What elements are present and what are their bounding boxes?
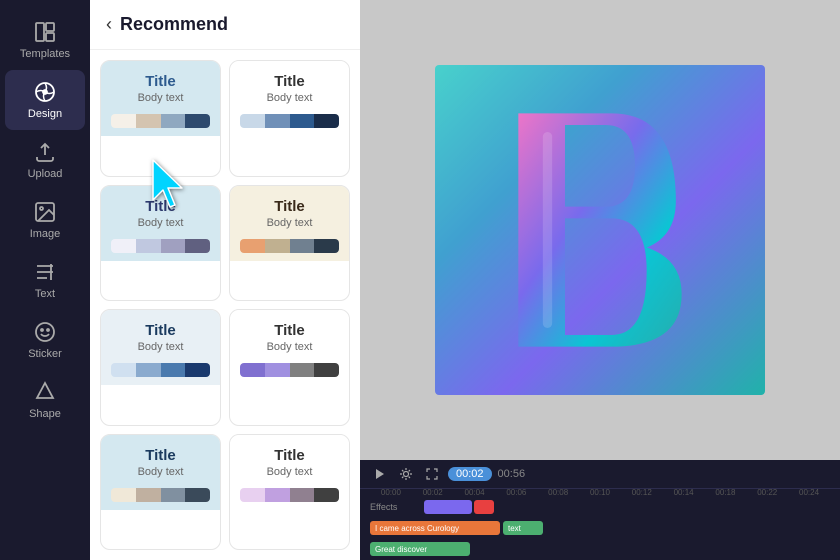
canvas-preview: [435, 65, 765, 395]
template-icon: [33, 20, 57, 44]
ruler-mark: 00:18: [705, 489, 747, 496]
template-card-t7[interactable]: Title Body text: [100, 434, 221, 551]
design-icon: [33, 80, 57, 104]
sidebar-item-upload[interactable]: Upload: [5, 130, 85, 190]
upload-icon: [33, 140, 57, 164]
ruler-mark: 00:22: [746, 489, 788, 496]
template-card-t1[interactable]: Title Body text: [100, 60, 221, 177]
color-swatches-t6: [240, 363, 339, 377]
timeline-controls: 00:02 00:56: [360, 460, 840, 489]
track-row-2: Great discover: [370, 540, 830, 558]
template-card-t3[interactable]: Title Body text: [100, 185, 221, 302]
ruler-mark: 00:00: [370, 489, 412, 496]
timeline-ruler: 00:0000:0200:0400:0600:0800:1000:1200:14…: [360, 489, 840, 496]
sidebar-item-text-label: Text: [35, 288, 55, 300]
text-icon: [33, 260, 57, 284]
track-bar[interactable]: [424, 500, 472, 514]
color-swatches-t8: [240, 488, 339, 502]
ruler-mark: 00:02: [412, 489, 454, 496]
image-icon: [33, 200, 57, 224]
sticker-icon: [33, 320, 57, 344]
main-area: 00:02 00:56 00:0000:0200:0400:0600:0800:…: [360, 0, 840, 560]
color-swatches-t7: [111, 488, 210, 502]
sidebar-item-shape[interactable]: Shape: [5, 370, 85, 430]
ruler-mark: 00:08: [537, 489, 579, 496]
canvas-background: [435, 65, 765, 395]
back-button[interactable]: ‹: [106, 14, 112, 35]
track-label-0: Effects: [370, 502, 420, 512]
template-body-t5: Body text: [138, 341, 184, 353]
color-swatches-t1: [111, 114, 210, 128]
ruler-mark: 00:06: [495, 489, 537, 496]
template-body-t2: Body text: [267, 92, 313, 104]
template-card-t2[interactable]: Title Body text: [229, 60, 350, 177]
ruler-mark: 00:10: [579, 489, 621, 496]
panel-title: Recommend: [120, 14, 228, 35]
sidebar: Templates Design Upload: [0, 0, 90, 560]
shape-icon: [33, 380, 57, 404]
track-bar-label: text: [508, 524, 521, 533]
color-swatches-t3: [111, 239, 210, 253]
template-card-t5[interactable]: Title Body text: [100, 309, 221, 426]
template-body-t6: Body text: [267, 341, 313, 353]
ruler-mark: 00:14: [663, 489, 705, 496]
sidebar-item-templates[interactable]: Templates: [5, 10, 85, 70]
timeline-current-time: 00:02: [448, 467, 492, 481]
sidebar-item-design-label: Design: [28, 108, 62, 120]
timeline-tracks: Effects I came across Curology text Great d…: [360, 496, 840, 560]
template-card-t4[interactable]: Title Body text: [229, 185, 350, 302]
template-grid: Title Body text Title Body text Title Body te…: [90, 50, 360, 560]
template-body-t8: Body text: [267, 466, 313, 478]
panel: ‹ Recommend Title Body text Title Body text…: [90, 0, 360, 560]
canvas-area[interactable]: [360, 0, 840, 460]
panel-header: ‹ Recommend: [90, 0, 360, 50]
ruler-mark: 00:24: [788, 489, 830, 496]
sidebar-item-templates-label: Templates: [20, 48, 70, 60]
sidebar-item-design[interactable]: Design: [5, 70, 85, 130]
track-bar-label: Great discover: [375, 545, 427, 554]
template-body-t1: Body text: [138, 92, 184, 104]
template-card-t8[interactable]: Title Body text: [229, 434, 350, 551]
track-bar[interactable]: Great discover: [370, 542, 470, 556]
template-title-t4: Title: [274, 198, 305, 215]
template-card-t6[interactable]: Title Body text: [229, 309, 350, 426]
sidebar-item-upload-label: Upload: [28, 168, 63, 180]
ruler-mark: 00:04: [454, 489, 496, 496]
template-body-t7: Body text: [138, 466, 184, 478]
color-swatches-t5: [111, 363, 210, 377]
template-title-t7: Title: [145, 447, 176, 464]
track-bar[interactable]: I came across Curology: [370, 521, 500, 535]
track-row-1: I came across Curology text: [370, 519, 830, 537]
sidebar-item-sticker-label: Sticker: [28, 348, 62, 360]
timeline-settings-button[interactable]: [396, 464, 416, 484]
ruler-marks: 00:0000:0200:0400:0600:0800:1000:1200:14…: [370, 489, 830, 496]
timeline-expand-button[interactable]: [422, 464, 442, 484]
template-title-t5: Title: [145, 322, 176, 339]
template-title-t6: Title: [274, 322, 305, 339]
template-title-t8: Title: [274, 447, 305, 464]
sidebar-item-shape-label: Shape: [29, 408, 61, 420]
color-swatches-t2: [240, 114, 339, 128]
template-title-t2: Title: [274, 73, 305, 90]
template-body-t4: Body text: [267, 217, 313, 229]
app-container: Templates Design Upload: [0, 0, 840, 560]
letter-b-svg: [480, 90, 720, 370]
track-bar[interactable]: text: [503, 521, 543, 535]
timeline-play-button[interactable]: [370, 464, 390, 484]
sidebar-item-image-label: Image: [30, 228, 61, 240]
ruler-mark: 00:12: [621, 489, 663, 496]
template-body-t3: Body text: [138, 217, 184, 229]
template-title-t1: Title: [145, 73, 176, 90]
timeline-area: 00:02 00:56 00:0000:0200:0400:0600:0800:…: [360, 460, 840, 560]
sidebar-item-sticker[interactable]: Sticker: [5, 310, 85, 370]
sidebar-item-image[interactable]: Image: [5, 190, 85, 250]
color-swatches-t4: [240, 239, 339, 253]
track-bar-label: I came across Curology: [375, 524, 459, 533]
timeline-total-time: 00:56: [498, 468, 526, 480]
track-bar[interactable]: [474, 500, 494, 514]
sidebar-item-text[interactable]: Text: [5, 250, 85, 310]
template-title-t3: Title: [145, 198, 176, 215]
track-row-0: Effects: [370, 498, 830, 516]
